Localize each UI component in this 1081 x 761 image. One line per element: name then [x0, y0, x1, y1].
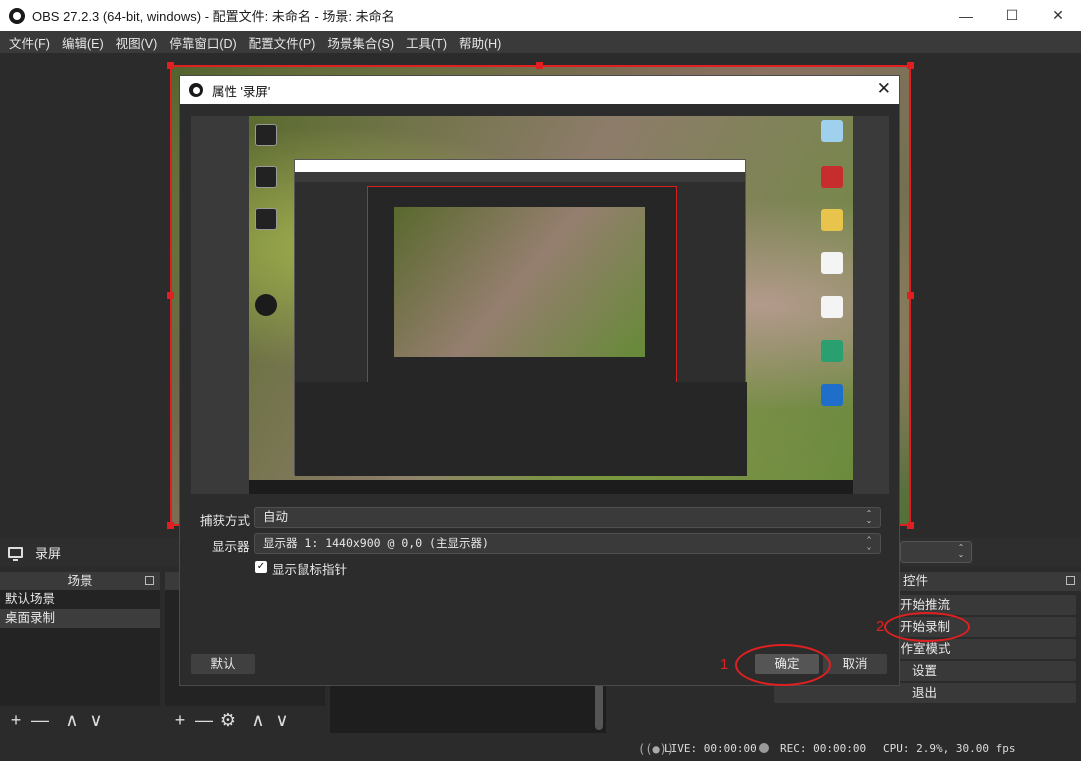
resize-handle[interactable] [167, 62, 174, 69]
display-label: 显示器 [212, 540, 250, 554]
menu-docks[interactable]: 停靠窗口(D) [163, 33, 242, 52]
desktop-app-icon [255, 124, 277, 146]
document-icon [821, 296, 843, 318]
document-icon [821, 252, 843, 274]
rec-time: REC: 00:00:00 [780, 742, 867, 755]
dialog-close-icon[interactable]: ✕ [877, 79, 891, 99]
resize-handle[interactable] [907, 522, 914, 529]
obs-logo-icon [9, 7, 25, 24]
move-scene-up-button[interactable]: ∧ [60, 709, 84, 731]
menu-bar: 文件(F) 编辑(E) 视图(V) 停靠窗口(D) 配置文件(P) 场景集合(S… [0, 31, 1081, 53]
display-select[interactable]: 显示器 1: 1440x900 @ 0,0 (主显示器) ⌃ ⌄ [254, 533, 881, 554]
obs-logo-icon [189, 83, 203, 97]
capture-method-value: 自动 [263, 510, 289, 524]
button-label: 设置 [912, 664, 938, 678]
move-source-up-button[interactable]: ∧ [246, 709, 270, 731]
sources-toolbar: + — ⚙ ∧ ∨ [168, 707, 294, 733]
controls-dock-title: 控件 [895, 572, 1081, 591]
source-name: 录屏 [35, 545, 62, 561]
capture-method-select[interactable]: 自动 ⌃ ⌄ [254, 507, 881, 528]
dialog-titlebar: 属性 '录屏' ✕ [180, 76, 899, 104]
minimize-button[interactable]: — [943, 0, 989, 31]
spinner-arrows-icon: ⌃ ⌄ [865, 509, 873, 525]
cancel-button[interactable]: 取消 [823, 654, 887, 674]
move-scene-down-button[interactable]: ∨ [84, 709, 108, 731]
menu-tools[interactable]: 工具(T) [400, 33, 453, 52]
exit-button[interactable]: 退出 [774, 683, 1076, 703]
scene-item[interactable]: 默认场景 [0, 590, 160, 609]
annotation-ring [884, 612, 970, 642]
nested-obs-window [294, 159, 747, 476]
annotation-ring [735, 644, 831, 686]
properties-dialog: 属性 '录屏' ✕ 捕获方式 自动 ⌃ ⌄ 显示器 显示器 1: 1440x90… [179, 75, 900, 686]
cpu-usage: CPU: 2.9%, 30.00 fps [883, 742, 1016, 755]
controls-title-label: 控件 [903, 574, 929, 588]
obs-desktop-icon [255, 294, 277, 316]
desktop-app-icon [255, 208, 277, 230]
show-cursor-checkbox[interactable]: ✓ [255, 561, 267, 573]
nested-dialog [367, 186, 677, 411]
recycle-bin-icon [821, 120, 843, 142]
add-source-button[interactable]: + [168, 709, 192, 731]
scenes-dock-title: 场景 [0, 572, 160, 590]
record-indicator-icon [759, 743, 769, 753]
desktop-app-icon [821, 340, 843, 362]
remove-scene-button[interactable]: — [28, 709, 52, 731]
desktop-app-icon [255, 166, 277, 188]
menu-help[interactable]: 帮助(H) [453, 33, 507, 52]
menu-scene-collection[interactable]: 场景集合(S) [321, 33, 400, 52]
dock-float-icon[interactable] [145, 576, 154, 585]
capture-method-label: 捕获方式 [200, 514, 251, 528]
monitor-icon [8, 546, 23, 561]
scenes-dock: 场景 [0, 572, 160, 590]
folder-icon [821, 209, 843, 231]
close-button[interactable]: ✕ [1035, 0, 1081, 31]
desktop-app-icon [821, 166, 843, 188]
source-display-select[interactable]: ⌃ ⌄ [900, 541, 972, 563]
source-properties-button[interactable]: ⚙ [216, 709, 240, 731]
menu-profile[interactable]: 配置文件(P) [243, 33, 322, 52]
desktop-app-icon [821, 384, 843, 406]
resize-handle[interactable] [167, 292, 174, 299]
move-source-down-button[interactable]: ∨ [270, 709, 294, 731]
window-title: OBS 27.2.3 (64-bit, windows) - 配置文件: 未命名… [32, 9, 395, 24]
spinner-arrows-icon: ⌃ ⌄ [866, 535, 872, 551]
nested-titlebar [295, 160, 745, 172]
dialog-preview [191, 116, 889, 494]
taskbar [249, 480, 853, 494]
scene-item[interactable]: 桌面录制 [0, 609, 160, 628]
menu-edit[interactable]: 编辑(E) [56, 33, 110, 52]
scene-list: 默认场景 桌面录制 [0, 590, 160, 706]
add-scene-button[interactable]: + [4, 709, 28, 731]
defaults-button[interactable]: 默认 [191, 654, 255, 674]
dialog-title: 属性 '录屏' [212, 84, 271, 99]
window-titlebar: OBS 27.2.3 (64-bit, windows) - 配置文件: 未命名… [0, 0, 1081, 31]
nested-docks [295, 382, 747, 476]
resize-handle[interactable] [536, 62, 543, 69]
display-value: 显示器 1: 1440x900 @ 0,0 (主显示器) [263, 536, 489, 550]
remove-source-button[interactable]: — [192, 709, 216, 731]
dock-float-icon[interactable] [1066, 576, 1075, 585]
nested-menubar [295, 172, 745, 182]
desktop-capture-image [249, 116, 853, 494]
spinner-arrows-icon: ⌃ ⌄ [957, 543, 965, 559]
menu-view[interactable]: 视图(V) [110, 33, 164, 52]
resize-handle[interactable] [167, 522, 174, 529]
annotation-number: 1 [720, 656, 729, 673]
nested-preview [394, 207, 645, 357]
button-label: 退出 [912, 686, 938, 700]
show-cursor-label: 显示鼠标指针 [272, 563, 348, 577]
resize-handle[interactable] [907, 292, 914, 299]
resize-handle[interactable] [907, 62, 914, 69]
menu-file[interactable]: 文件(F) [3, 33, 56, 52]
live-time: LIVE: 00:00:00 [664, 742, 757, 755]
maximize-button[interactable]: ☐ [989, 0, 1035, 31]
scenes-toolbar: + — ∧ ∨ [4, 707, 108, 733]
status-bar: ((●)) LIVE: 00:00:00 REC: 00:00:00 CPU: … [0, 738, 1081, 761]
